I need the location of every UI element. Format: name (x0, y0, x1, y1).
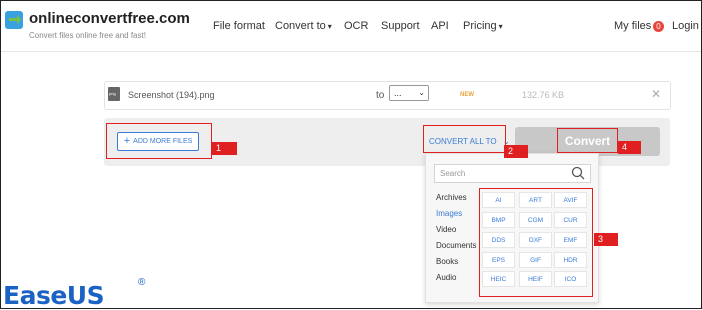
close-icon[interactable]: ✕ (651, 87, 661, 101)
format-select[interactable]: ... ⌄ (389, 85, 429, 101)
category-audio[interactable]: Audio (436, 273, 456, 282)
category-books[interactable]: Books (436, 257, 458, 266)
category-video[interactable]: Video (436, 225, 456, 234)
nav-login[interactable]: Login (672, 20, 699, 32)
registered-mark: ® (138, 277, 146, 288)
chevron-down-icon: ⌄ (418, 88, 425, 97)
site-brand[interactable]: onlineconvertfree.com (29, 10, 190, 27)
nav-my-files[interactable]: My files 0 (614, 20, 664, 32)
annotation-box-4 (557, 128, 618, 153)
file-name: Screenshot (194).png (128, 90, 215, 100)
nav-convert-to[interactable]: Convert to ▾ (275, 20, 332, 32)
chevron-down-icon: ▾ (327, 22, 332, 31)
annotation-label-4: 4 (618, 141, 641, 154)
site-tagline: Convert files online free and fast! (29, 31, 146, 40)
logo-icon[interactable] (5, 11, 23, 29)
category-documents[interactable]: Documents (436, 241, 476, 250)
annotation-box-2 (423, 125, 506, 153)
status-badge: NEW (460, 92, 474, 98)
file-size: 132.76 KB (522, 90, 565, 100)
to-label: to (376, 90, 385, 101)
nav-ocr[interactable]: OCR (344, 20, 368, 32)
nav-pricing[interactable]: Pricing ▾ (463, 20, 503, 32)
file-icon: png (108, 87, 120, 101)
nav-api[interactable]: API (431, 20, 449, 32)
nav-support[interactable]: Support (381, 20, 420, 32)
easeus-watermark: EaseUS (3, 281, 105, 310)
search-icon (571, 166, 585, 180)
annotation-label-1: 1 (212, 142, 237, 155)
annotation-label-2: 2 (504, 145, 528, 158)
annotation-box-1 (106, 123, 212, 159)
format-search-input[interactable]: Search (434, 164, 591, 183)
my-files-count-badge: 0 (653, 21, 664, 32)
annotation-label-3: 3 (594, 233, 618, 246)
nav-file-format[interactable]: File format (213, 20, 265, 32)
category-images[interactable]: Images (436, 209, 462, 218)
category-archives[interactable]: Archives (436, 193, 467, 202)
chevron-down-icon: ▾ (498, 22, 503, 31)
annotation-box-3 (479, 188, 593, 297)
